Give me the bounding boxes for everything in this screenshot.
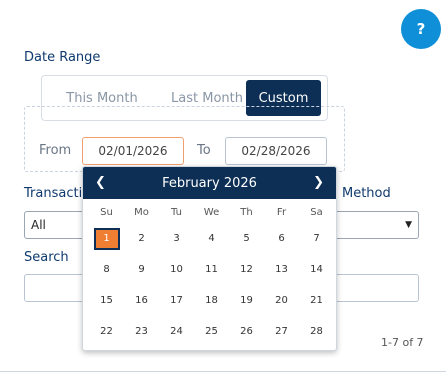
calendar-day-label: 26: [240, 326, 253, 337]
calendar-day[interactable]: 12: [229, 254, 264, 285]
calendar-day[interactable]: 20: [264, 285, 299, 316]
calendar-day[interactable]: 10: [159, 254, 194, 285]
calendar-day-label: 24: [170, 326, 183, 337]
to-date-input[interactable]: 02/28/2026: [225, 137, 327, 165]
weekday-label: Sa: [310, 206, 323, 218]
calendar-day-label: 23: [135, 326, 148, 337]
calendar-day[interactable]: 22: [89, 316, 124, 347]
table-divider: [0, 371, 446, 372]
calendar-day-label: 7: [313, 233, 320, 244]
weekday-label: We: [203, 206, 220, 218]
transaction-select-value: All: [31, 218, 46, 232]
weekday-label: Tu: [171, 206, 182, 218]
calendar-day-label: 9: [138, 264, 145, 275]
calendar-day[interactable]: 17: [159, 285, 194, 316]
search-label: Search: [24, 250, 69, 265]
calendar-day[interactable]: 6: [264, 223, 299, 254]
calendar-day[interactable]: 19: [229, 285, 264, 316]
calendar-day-label: 1: [93, 227, 120, 250]
calendar-day[interactable]: 26: [229, 316, 264, 347]
calendar-day-label: 5: [243, 233, 250, 244]
calendar-day[interactable]: 21: [299, 285, 334, 316]
calendar-day[interactable]: 11: [194, 254, 229, 285]
calendar-grid: Su Mo Tu We Th Fr Sa 1 2 3 4 5 6 7 8 9 10 11 12 13 14 15 16 17 1…: [89, 201, 333, 347]
calendar-day[interactable]: 5: [229, 223, 264, 254]
calendar-day-label: 28: [310, 326, 323, 337]
calendar-day[interactable]: 18: [194, 285, 229, 316]
calendar-day[interactable]: 24: [159, 316, 194, 347]
calendar-day[interactable]: 3: [159, 223, 194, 254]
calendar-day[interactable]: 7: [299, 223, 334, 254]
calendar-day[interactable]: 14: [299, 254, 334, 285]
weekday-label: Th: [240, 206, 253, 218]
calendar-day-label: 6: [278, 233, 285, 244]
calendar-day-label: 16: [135, 295, 148, 306]
calendar-day[interactable]: 16: [124, 285, 159, 316]
weekday-label: Fr: [276, 206, 287, 218]
from-label: From: [39, 143, 72, 158]
calendar-day-label: 20: [275, 295, 288, 306]
results-count: 1-7 of 7: [381, 336, 424, 349]
weekday-label: Su: [100, 206, 113, 218]
method-select[interactable]: ▼: [330, 211, 419, 239]
calendar-day-label: 25: [205, 326, 218, 337]
calendar-day-label: 10: [170, 264, 183, 275]
method-label: Method: [342, 186, 391, 201]
calendar-day-label: 12: [240, 264, 253, 275]
calendar-day-label: 17: [170, 295, 183, 306]
calendar-day-label: 11: [205, 264, 218, 275]
calendar-day-label: 27: [275, 326, 288, 337]
calendar-day-label: 13: [275, 264, 288, 275]
help-button[interactable]: ?: [401, 9, 441, 49]
calendar-day[interactable]: 8: [89, 254, 124, 285]
calendar-day[interactable]: 23: [124, 316, 159, 347]
calendar-day[interactable]: 2: [124, 223, 159, 254]
calendar-day[interactable]: 13: [264, 254, 299, 285]
calendar-day-label: 21: [310, 295, 323, 306]
transaction-label: Transactio: [24, 186, 91, 201]
calendar-day[interactable]: 15: [89, 285, 124, 316]
calendar-month-title: February 2026: [162, 176, 257, 191]
calendar-day-label: 8: [103, 264, 110, 275]
calendar-day[interactable]: 4: [194, 223, 229, 254]
from-date-input[interactable]: 02/01/2026: [82, 137, 184, 165]
calendar-day[interactable]: 25: [194, 316, 229, 347]
calendar-day-label: 2: [138, 233, 145, 244]
calendar-day[interactable]: 9: [124, 254, 159, 285]
calendar-header: ❮ February 2026 ❯: [83, 167, 336, 199]
date-picker-popup: ❮ February 2026 ❯ Su Mo Tu We Th Fr Sa 1 2 3 4 5 6 7 8…: [82, 166, 337, 351]
date-range-label: Date Range: [24, 50, 101, 65]
calendar-day-label: 3: [173, 233, 180, 244]
calendar-day-label: 15: [100, 295, 113, 306]
calendar-day-selected[interactable]: 1: [89, 223, 124, 254]
calendar-day-label: 19: [240, 295, 253, 306]
to-label: To: [197, 143, 211, 158]
weekday-label: Mo: [134, 206, 149, 218]
chevron-down-icon: ▼: [405, 220, 412, 230]
calendar-day[interactable]: 27: [264, 316, 299, 347]
calendar-day-label: 14: [310, 264, 323, 275]
calendar-day-label: 4: [208, 233, 215, 244]
chevron-right-icon[interactable]: ❯: [313, 175, 324, 190]
calendar-day-label: 22: [100, 326, 113, 337]
calendar-day[interactable]: 28: [299, 316, 334, 347]
calendar-day-label: 18: [205, 295, 218, 306]
